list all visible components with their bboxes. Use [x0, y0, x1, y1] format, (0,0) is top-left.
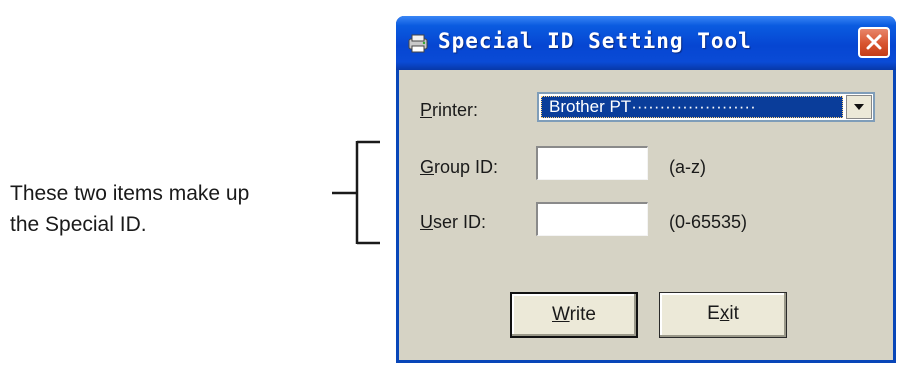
write-button[interactable]: Write — [510, 292, 638, 338]
printer-selected-value: Brother PT······················ — [541, 96, 843, 118]
user-id-field[interactable] — [536, 202, 648, 236]
printer-select[interactable]: Brother PT······················ — [537, 92, 875, 122]
group-id-hint: (a-z) — [669, 157, 706, 177]
close-icon — [866, 34, 882, 50]
printer-label: Printer: — [420, 100, 479, 120]
user-id-label: User ID: — [420, 212, 487, 232]
special-id-dialog: Special ID Setting Tool Printer: Brother… — [396, 16, 896, 363]
user-id-hint: (0-65535) — [669, 212, 748, 232]
close-button[interactable] — [858, 27, 890, 58]
group-id-field[interactable] — [536, 146, 648, 180]
group-id-label: Group ID: — [420, 157, 499, 177]
window-title: Special ID Setting Tool — [438, 29, 752, 53]
printer-dropdown-button[interactable] — [846, 95, 872, 119]
chevron-down-icon — [854, 104, 864, 110]
printer-app-icon — [406, 32, 430, 54]
title-bar[interactable]: Special ID Setting Tool — [396, 16, 896, 70]
exit-button[interactable]: Exit — [659, 292, 787, 338]
